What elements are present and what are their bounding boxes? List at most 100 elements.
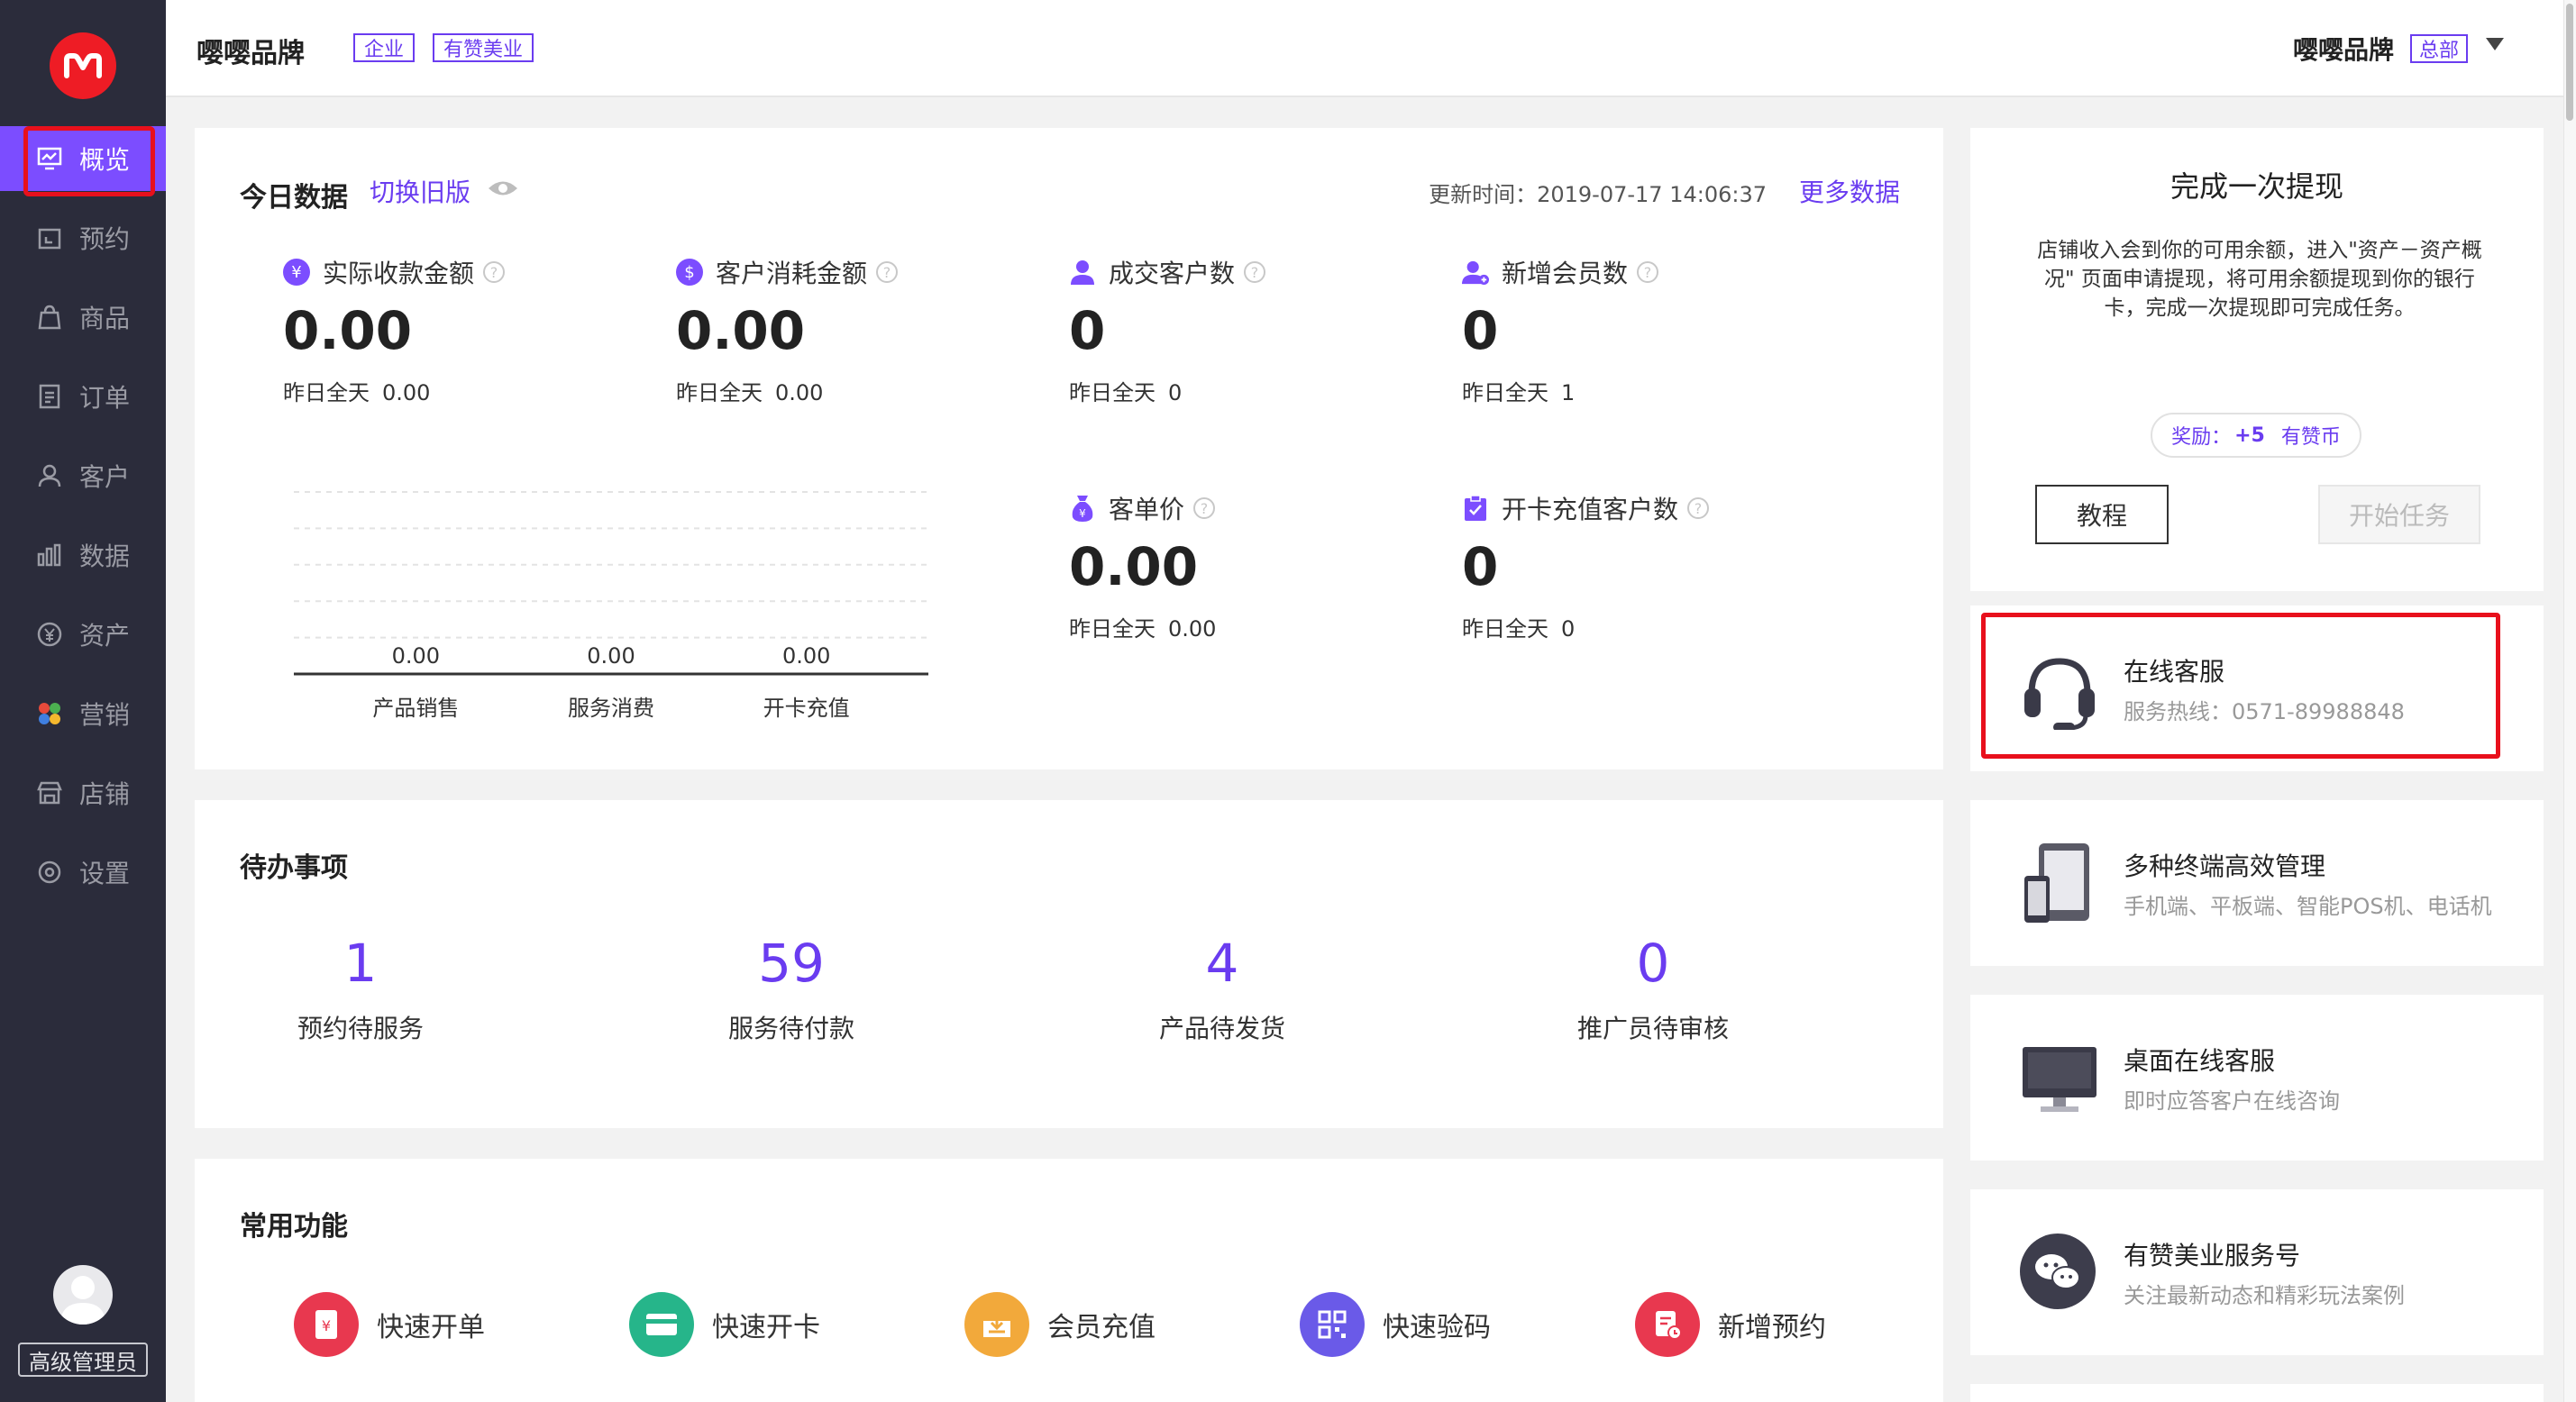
quick-verify-button[interactable]: 快速验码 [1300,1292,1491,1357]
sidebar-item-label: 客户 [79,462,131,492]
account-switcher[interactable]: 嘤嘤品牌 总部 [2293,31,2468,67]
help-icon[interactable]: ? [1193,497,1216,519]
tag-enterprise: 企业 [353,33,416,62]
sidebar-item-label: 数据 [79,542,131,571]
sidebar-item-label: 订单 [79,383,131,413]
stat-sub-label: 昨日全天 [676,380,763,405]
stat-yesterday: 昨日全天 0 [1462,611,1709,642]
reward-pill: 奖励： +5 有赞币 [2151,413,2361,458]
highlight-box-service [1981,613,2500,759]
wechat-icon [2019,1233,2096,1314]
stat-yesterday: 昨日全天 0.00 [676,375,898,406]
todo-title: 待办事项 [240,852,348,884]
todo-item-pending-shipment[interactable]: 4 产品待发货 [1105,937,1339,1045]
todo-item-pending-review[interactable]: 0 推广员待审核 [1536,937,1770,1045]
help-icon[interactable]: ? [1244,261,1266,283]
stat-sub-label: 昨日全天 [1069,616,1156,642]
money-bag-icon: ¥ [1069,495,1096,522]
quick-order-icon: ¥ [294,1292,359,1357]
reward-value: +5 [2234,423,2265,447]
sidebar-item-assets[interactable]: 资产 [0,602,166,667]
todo-count: 59 [758,933,825,994]
update-time: 更新时间：2019-07-17 14:06:37 [1429,182,1767,207]
stat-yesterday: 昨日全天 0 [1069,375,1265,406]
sidebar-item-label: 商品 [79,304,131,333]
today-data-panel: 今日数据 切换旧版 更新时间：2019-07-17 14:06:37 更多数据 … [195,128,1943,769]
stat-value: 0 [1069,300,1106,361]
help-icon[interactable]: ? [1687,497,1710,519]
quick-order-button[interactable]: ¥ 快速开单 [294,1292,485,1357]
stat-yesterday: 昨日全天 0.00 [1069,611,1216,642]
todo-item-pending-service[interactable]: 1 预约待服务 [243,937,478,1045]
more-data-link[interactable]: 更多数据 [1799,173,1900,209]
sidebar-item-settings[interactable]: 设置 [0,840,166,905]
sidebar-item-orders[interactable]: 订单 [0,364,166,429]
card-subtitle: 即时应答客户在线咨询 [2124,1088,2340,1114]
page-scrollbar[interactable] [2563,0,2576,1402]
card-title: 有赞美业服务号 [2124,1241,2301,1270]
stat-sub-label: 昨日全天 [1462,380,1548,405]
person-icon [1069,259,1096,286]
sidebar-item-label: 预约 [79,224,131,254]
help-icon[interactable]: ? [1637,261,1659,283]
yen-circle-icon: ¥ [283,259,310,286]
start-task-button[interactable]: 开始任务 [2318,485,2480,544]
desktop-service-card[interactable]: 桌面在线客服 即时应答客户在线咨询 [1970,995,2544,1161]
card-icon [629,1292,694,1357]
avatar[interactable] [53,1265,113,1325]
member-recharge-button[interactable]: 会员充值 [964,1292,1156,1357]
stat-actual-receipts: ¥ 实际收款金额? 0.00 昨日全天 0.00 [283,254,506,406]
sidebar-item-marketing[interactable]: 营销 [0,681,166,746]
card-subtitle: 关注最新动态和精彩玩法案例 [2124,1283,2405,1308]
sidebar-item-store[interactable]: 店铺 [0,760,166,825]
stat-sub-value: 0.00 [775,380,824,405]
quick-card-button[interactable]: 快速开卡 [629,1292,820,1357]
help-icon[interactable]: ? [876,261,899,283]
sidebar-item-appointment[interactable]: 预约 [0,205,166,270]
caret-down-icon[interactable] [2486,38,2504,50]
function-label: 快速开单 [377,1312,485,1343]
stat-customer-consumption: $ 客户消耗金额? 0.00 昨日全天 0.00 [676,254,899,406]
stat-value: 0 [1462,300,1499,361]
tag-product: 有赞美业 [433,33,534,62]
order-icon [36,383,63,410]
sidebar-item-customers[interactable]: 客户 [0,443,166,508]
user-icon [36,462,63,489]
eye-icon[interactable] [487,178,519,202]
clipboard-check-icon [1462,495,1489,522]
role-badge: 高级管理员 [18,1343,148,1377]
function-label: 快速开卡 [712,1312,820,1343]
stat-sub-value: 0.00 [382,380,431,405]
stat-new-members: 新增会员数? 0 昨日全天 1 [1462,254,1659,406]
devices-card[interactable]: 多种终端高效管理 手机端、平板端、智能POS机、电话机 [1970,800,2544,966]
switch-old-version-link[interactable]: 切换旧版 [370,173,470,209]
todo-count: 0 [1636,933,1670,994]
reward-label: 奖励： [2171,426,2232,449]
appointment-icon [1635,1292,1700,1357]
help-icon[interactable]: ? [483,261,506,283]
monitor-icon [2019,1043,2100,1119]
service-account-card[interactable]: 有赞美业服务号 关注最新动态和精彩玩法案例 [1970,1189,2544,1355]
new-appointment-button[interactable]: 新增预约 [1635,1292,1826,1357]
sidebar-item-data[interactable]: 数据 [0,523,166,587]
stat-avg-order-value: ¥ 客单价? 0.00 昨日全天 0.00 [1069,490,1216,642]
stat-card-recharge-customers: 开卡充值客户数? 0 昨日全天 0 [1462,490,1710,642]
sidebar-item-goods[interactable]: 商品 [0,285,166,350]
common-functions-panel: 常用功能 ¥ 快速开单 快速开卡 会员充值 快速验码 新增预约 [195,1159,1943,1402]
stat-sub-label: 昨日全天 [283,380,370,405]
todo-label: 预约待服务 [297,1014,424,1043]
todo-label: 推广员待审核 [1576,1014,1729,1043]
todo-item-pending-payment[interactable]: 59 服务待付款 [674,937,909,1045]
highlight-box-nav [23,126,155,196]
bag-icon [36,304,63,331]
stat-label: 新增会员数 [1502,259,1629,288]
brand-name: 嘤嘤品牌 [196,38,305,69]
function-label: 会员充值 [1047,1312,1156,1343]
account-tag: 总部 [2409,34,2468,63]
card-subtitle: 手机端、平板端、智能POS机、电话机 [2124,894,2492,919]
person-add-icon [1462,259,1489,286]
tutorial-button[interactable]: 教程 [2035,485,2169,544]
devices-icon [2019,840,2100,930]
brand-logo[interactable] [50,32,116,99]
scrollbar-thumb[interactable] [2566,4,2573,121]
